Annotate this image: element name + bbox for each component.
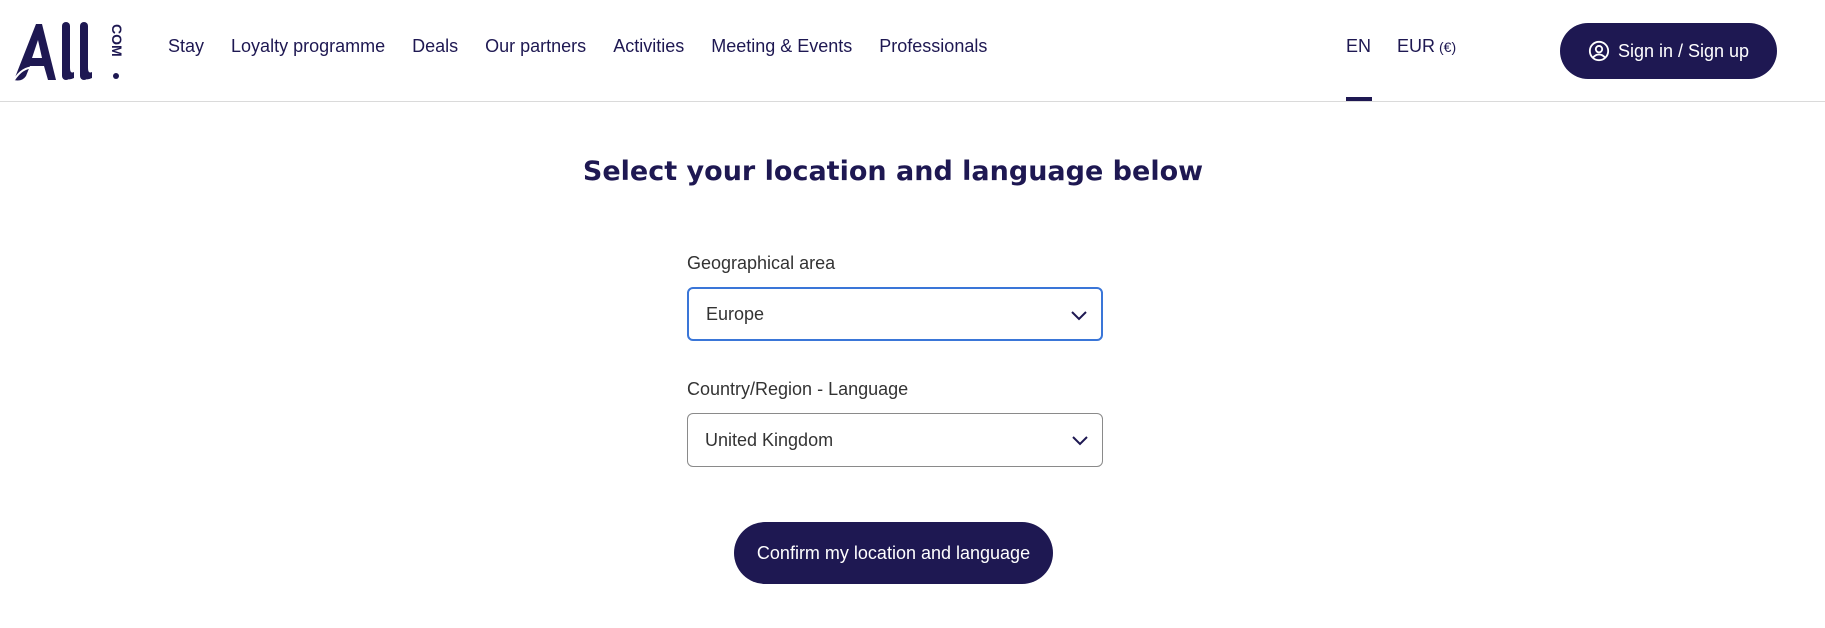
country-language-select[interactable]: United Kingdom	[687, 413, 1103, 467]
chevron-down-icon	[1072, 436, 1088, 446]
all-com-logo[interactable]: COM	[12, 18, 134, 82]
country-language-label: Country/Region - Language	[687, 379, 909, 399]
site-header: COM Stay Loyalty programme Deals Our par…	[0, 0, 1825, 102]
nav-item-our-partners[interactable]: Our partners	[485, 36, 586, 57]
confirm-location-button[interactable]: Confirm my location and language	[734, 522, 1053, 584]
currency-selector[interactable]: EUR (€)	[1397, 36, 1456, 57]
geographical-area-label: Geographical area	[687, 253, 836, 273]
nav-item-deals[interactable]: Deals	[412, 36, 458, 57]
currency-symbol: (€)	[1439, 39, 1457, 55]
language-selector[interactable]: EN	[1346, 36, 1371, 57]
main-nav: Stay Loyalty programme Deals Our partner…	[168, 36, 1014, 57]
country-language-value: United Kingdom	[705, 429, 834, 450]
svg-text:COM: COM	[109, 24, 125, 57]
geographical-area-value: Europe	[706, 303, 765, 324]
language-active-indicator	[1346, 97, 1372, 101]
page-title: Select your location and language below	[582, 156, 1204, 187]
geographical-area-select[interactable]: Europe	[687, 287, 1103, 341]
nav-item-stay[interactable]: Stay	[168, 36, 204, 57]
nav-item-activities[interactable]: Activities	[613, 36, 684, 57]
currency-code: EUR	[1397, 36, 1436, 56]
chevron-down-icon	[1071, 311, 1087, 321]
signin-button[interactable]: Sign in / Sign up	[1560, 23, 1777, 79]
user-circle-icon	[1588, 40, 1610, 62]
nav-item-loyalty-programme[interactable]: Loyalty programme	[231, 36, 385, 57]
signin-label: Sign in / Sign up	[1617, 40, 1750, 61]
nav-item-professionals[interactable]: Professionals	[879, 36, 987, 57]
nav-item-meeting-events[interactable]: Meeting & Events	[711, 36, 852, 57]
